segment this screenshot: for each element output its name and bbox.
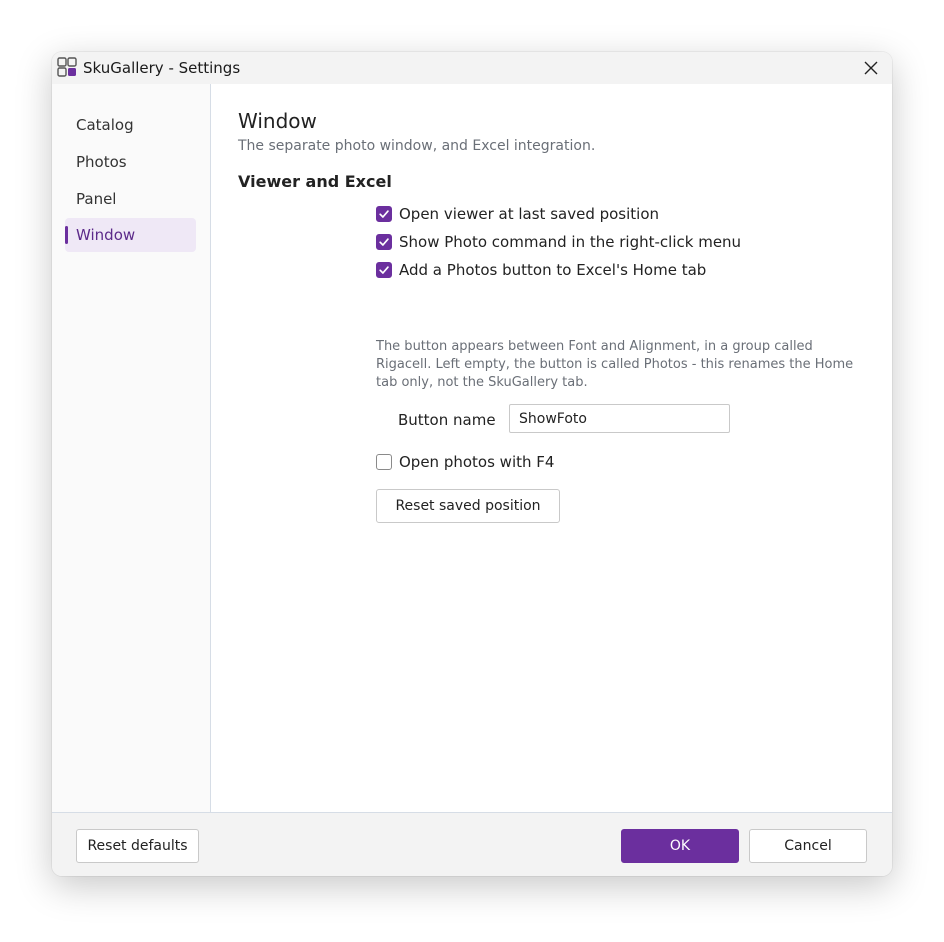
reset-saved-position-button[interactable]: Reset saved position <box>376 489 560 523</box>
page-title: Window <box>238 109 317 133</box>
settings-sidebar: Catalog Photos Panel Window <box>52 84 211 812</box>
checkmark-icon <box>379 266 389 274</box>
app-grid-icon <box>57 57 77 77</box>
sidebar-item-catalog[interactable]: Catalog <box>65 108 196 142</box>
option-label: Show Photo command in the right-click me… <box>399 233 742 251</box>
sidebar-item-label: Panel <box>76 190 117 208</box>
settings-content: Window The separate photo window, and Ex… <box>211 84 892 812</box>
button-name-label: Button name <box>398 411 496 429</box>
title-bar[interactable]: SkuGallery - Settings <box>52 52 892 84</box>
show-photo-command-checkbox[interactable] <box>376 234 392 250</box>
open-photos-f4-checkbox[interactable] <box>376 454 392 470</box>
sidebar-item-window[interactable]: Window <box>65 218 196 252</box>
reset-defaults-button[interactable]: Reset defaults <box>76 829 199 863</box>
add-photos-button-checkbox[interactable] <box>376 262 392 278</box>
option-label: Open photos with F4 <box>399 453 555 471</box>
option-label: Add a Photos button to Excel's Home tab <box>399 261 707 279</box>
close-icon <box>864 61 878 75</box>
window-title: SkuGallery - Settings <box>83 59 241 77</box>
checkmark-icon <box>379 210 389 218</box>
checkmark-icon <box>379 238 389 246</box>
dialog-footer: Reset defaults OK Cancel <box>52 812 892 876</box>
cancel-button[interactable]: Cancel <box>749 829 867 863</box>
close-button[interactable] <box>850 52 892 84</box>
open-viewer-last-position-checkbox[interactable] <box>376 206 392 222</box>
show-photo-command-option[interactable]: Show Photo command in the right-click me… <box>376 232 741 252</box>
button-help-text: The button appears between Font and Alig… <box>376 339 854 390</box>
settings-dialog: SkuGallery - Settings Catalog Photos Pan… <box>52 52 892 876</box>
option-label: Open viewer at last saved position <box>399 205 660 223</box>
ok-button[interactable]: OK <box>621 829 739 863</box>
section-title: Viewer and Excel <box>238 172 392 191</box>
sidebar-item-label: Window <box>76 226 136 244</box>
sidebar-item-label: Photos <box>76 153 127 171</box>
sidebar-item-photos[interactable]: Photos <box>65 145 196 179</box>
page-subtitle: The separate photo window, and Excel int… <box>238 138 596 154</box>
sidebar-item-label: Catalog <box>76 116 134 134</box>
open-viewer-last-position-option[interactable]: Open viewer at last saved position <box>376 204 659 224</box>
add-photos-button-option[interactable]: Add a Photos button to Excel's Home tab <box>376 260 706 280</box>
sidebar-item-panel[interactable]: Panel <box>65 182 196 216</box>
button-name-input[interactable] <box>509 404 730 433</box>
open-photos-f4-option[interactable]: Open photos with F4 <box>376 452 554 472</box>
